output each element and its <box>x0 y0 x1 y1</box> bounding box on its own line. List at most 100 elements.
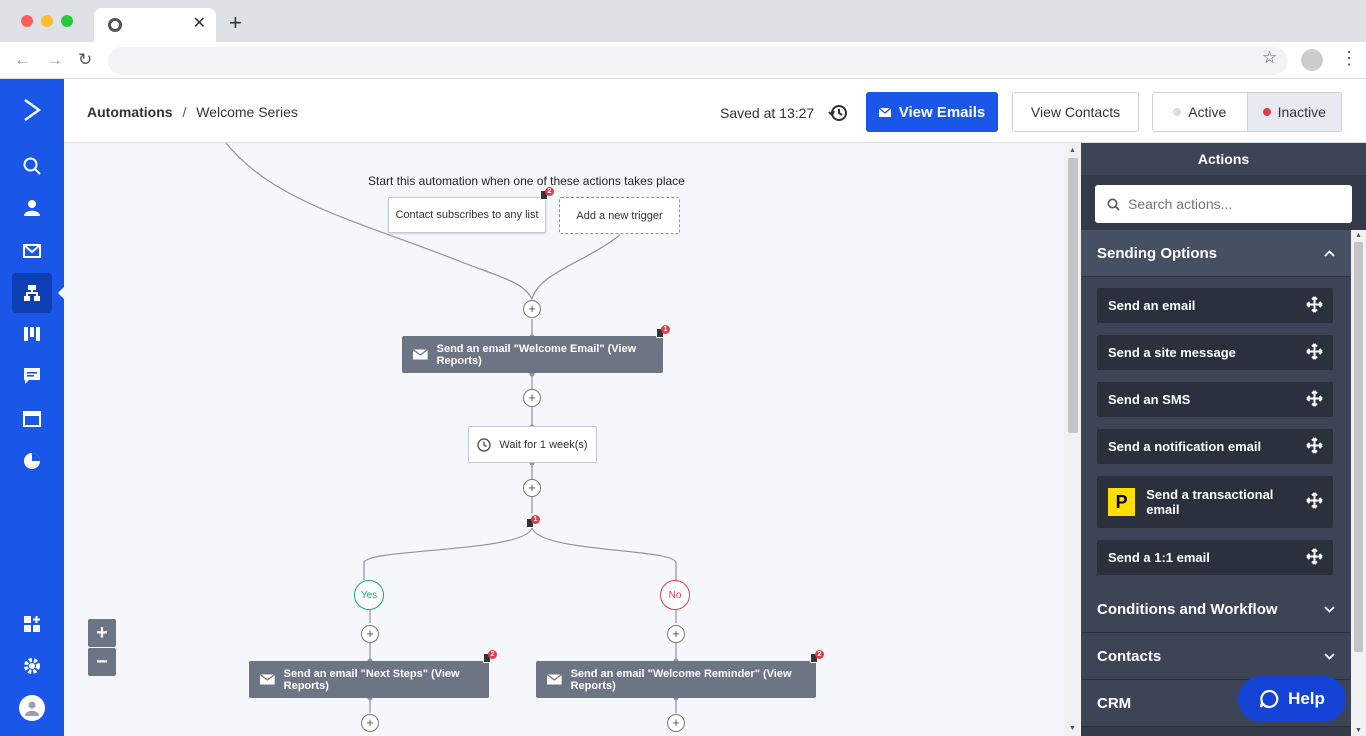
history-icon[interactable] <box>828 104 848 127</box>
user-avatar-icon[interactable] <box>19 695 45 721</box>
drag-move-icon[interactable] <box>1306 436 1323 457</box>
window-close-dot[interactable] <box>21 15 33 27</box>
section-contacts[interactable]: Contacts <box>1081 633 1351 680</box>
logo-chevron-icon[interactable] <box>20 98 44 122</box>
section-title: Sending Options <box>1097 244 1217 262</box>
drag-move-icon[interactable] <box>1306 295 1323 316</box>
automation-canvas[interactable]: Start this automation when one of these … <box>64 143 1064 736</box>
add-step-plus[interactable]: + <box>667 714 685 732</box>
email-welcome-node[interactable]: Send an email "Welcome Email" (View Repo… <box>402 336 663 373</box>
breadcrumb: Automations / Welcome Series <box>87 104 298 120</box>
breadcrumb-automations-link[interactable]: Automations <box>87 104 173 120</box>
add-step-plus[interactable]: + <box>667 625 685 643</box>
settings-gear-icon[interactable] <box>20 654 44 678</box>
action-send-notification-email[interactable]: Send a notification email <box>1097 429 1333 464</box>
envelope-icon <box>878 107 891 117</box>
drag-move-icon[interactable] <box>1306 389 1323 410</box>
action-send-1to1-email[interactable]: Send a 1:1 email <box>1097 540 1333 575</box>
add-step-plus[interactable]: + <box>361 714 379 732</box>
deals-pipeline-icon[interactable] <box>20 322 44 346</box>
email-welcome-reminder-node[interactable]: Send an email "Welcome Reminder" (View R… <box>536 661 816 698</box>
zoom-out-button[interactable]: − <box>88 648 116 676</box>
add-step-plus[interactable]: + <box>361 625 379 643</box>
actions-panel-title: Actions <box>1081 143 1366 175</box>
trigger-prompt: Start this automation when one of these … <box>368 174 685 188</box>
add-step-plus[interactable]: + <box>523 389 541 407</box>
search-actions-box[interactable] <box>1095 185 1352 223</box>
clock-icon <box>477 437 492 452</box>
trigger-contact-subscribes[interactable]: Contact subscribes to any list <box>388 197 546 233</box>
bookmark-star-icon[interactable]: ☆ <box>1262 48 1277 68</box>
reports-pie-icon[interactable] <box>20 449 44 473</box>
email-welcome-label: Send an email "Welcome Email" (View Repo… <box>436 342 637 367</box>
view-emails-button[interactable]: View Emails <box>866 92 998 132</box>
inactive-label: Inactive <box>1277 104 1326 120</box>
active-label: Active <box>1188 104 1227 120</box>
panel-scrollbar[interactable]: ▲ ▼ <box>1351 230 1366 736</box>
tab-close-icon[interactable]: ✕ <box>193 14 206 34</box>
email-next-steps-node[interactable]: Send an email "Next Steps" (View Reports… <box>249 661 489 698</box>
action-send-transactional-email[interactable]: P Send a transactional email <box>1097 476 1333 528</box>
add-step-plus[interactable]: + <box>523 479 541 497</box>
envelope-icon <box>413 349 428 360</box>
window-minimize-dot[interactable] <box>41 15 53 27</box>
section-title: CRM <box>1097 694 1132 712</box>
canvas-scrollbar[interactable]: ▲ ▼ <box>1064 143 1081 736</box>
actions-panel: Actions Sending Options Send an email Se… <box>1081 143 1366 736</box>
wait-node[interactable]: Wait for 1 week(s) <box>468 426 597 463</box>
email-welcome-reminder-badge[interactable]: 2 <box>810 650 824 664</box>
profile-avatar-icon[interactable] <box>1301 49 1323 71</box>
search-actions-input[interactable] <box>1128 196 1328 212</box>
automations-icon[interactable] <box>20 281 44 305</box>
wait-label: Wait for 1 week(s) <box>499 438 588 451</box>
view-emails-label: View Emails <box>898 103 986 121</box>
panel-scrollbar-thumb[interactable] <box>1354 242 1363 652</box>
trigger-badge[interactable]: 2 <box>540 187 554 201</box>
action-label: Send a notification email <box>1108 439 1262 454</box>
chevron-down-icon <box>1324 652 1335 660</box>
browser-menu-icon[interactable]: ⋮ <box>1340 48 1358 68</box>
email-welcome-badge[interactable]: 1 <box>656 325 670 339</box>
forward-icon[interactable]: → <box>46 50 63 70</box>
add-step-plus[interactable]: + <box>523 300 541 318</box>
reload-icon[interactable]: ↻ <box>78 50 92 70</box>
condition-yes-branch[interactable]: Yes <box>354 580 384 610</box>
search-icon[interactable] <box>20 154 44 178</box>
address-bar-row: ← → ↻ ☆ ⋮ <box>0 42 1366 79</box>
back-icon[interactable]: ← <box>14 50 31 70</box>
condition-no-branch[interactable]: No <box>660 580 690 610</box>
campaigns-mail-icon[interactable] <box>20 239 44 263</box>
section-conditions-workflow[interactable]: Conditions and Workflow <box>1081 586 1351 633</box>
conversations-icon[interactable] <box>20 364 44 388</box>
saved-status: Saved at 13:27 <box>720 105 815 121</box>
browser-tab[interactable]: ✕ <box>94 8 216 42</box>
action-send-sms[interactable]: Send an SMS <box>1097 382 1333 417</box>
section-sending-options[interactable]: Sending Options <box>1081 230 1351 277</box>
zoom-in-button[interactable]: + <box>88 619 116 647</box>
help-button[interactable]: Help <box>1238 676 1346 722</box>
condition-badge[interactable]: 1 <box>526 515 540 529</box>
add-trigger-button[interactable]: Add a new trigger <box>559 197 680 234</box>
omnibox[interactable] <box>108 47 1288 75</box>
inactive-option[interactable]: Inactive <box>1246 93 1341 131</box>
action-label: Send an SMS <box>1108 392 1191 407</box>
website-icon[interactable] <box>20 407 44 431</box>
search-icon <box>1107 198 1120 211</box>
action-label: Send a site message <box>1108 345 1236 360</box>
active-option[interactable]: Active <box>1153 93 1247 131</box>
apps-add-icon[interactable] <box>20 612 44 636</box>
view-contacts-button[interactable]: View Contacts <box>1012 92 1139 132</box>
new-tab-button[interactable]: + <box>229 12 242 34</box>
window-maximize-dot[interactable] <box>61 15 73 27</box>
action-send-email[interactable]: Send an email <box>1097 288 1333 323</box>
browser-tab-strip: ✕ + <box>0 0 1366 42</box>
drag-move-icon[interactable] <box>1306 342 1323 363</box>
drag-move-icon[interactable] <box>1306 492 1323 512</box>
automation-header: Automations / Welcome Series Saved at 13… <box>64 79 1366 143</box>
action-send-site-message[interactable]: Send a site message <box>1097 335 1333 370</box>
email-next-steps-badge[interactable]: 2 <box>483 650 497 664</box>
chevron-up-icon <box>1324 249 1335 257</box>
drag-move-icon[interactable] <box>1306 547 1323 568</box>
contacts-icon[interactable] <box>20 196 44 220</box>
canvas-scrollbar-thumb[interactable] <box>1068 158 1078 433</box>
